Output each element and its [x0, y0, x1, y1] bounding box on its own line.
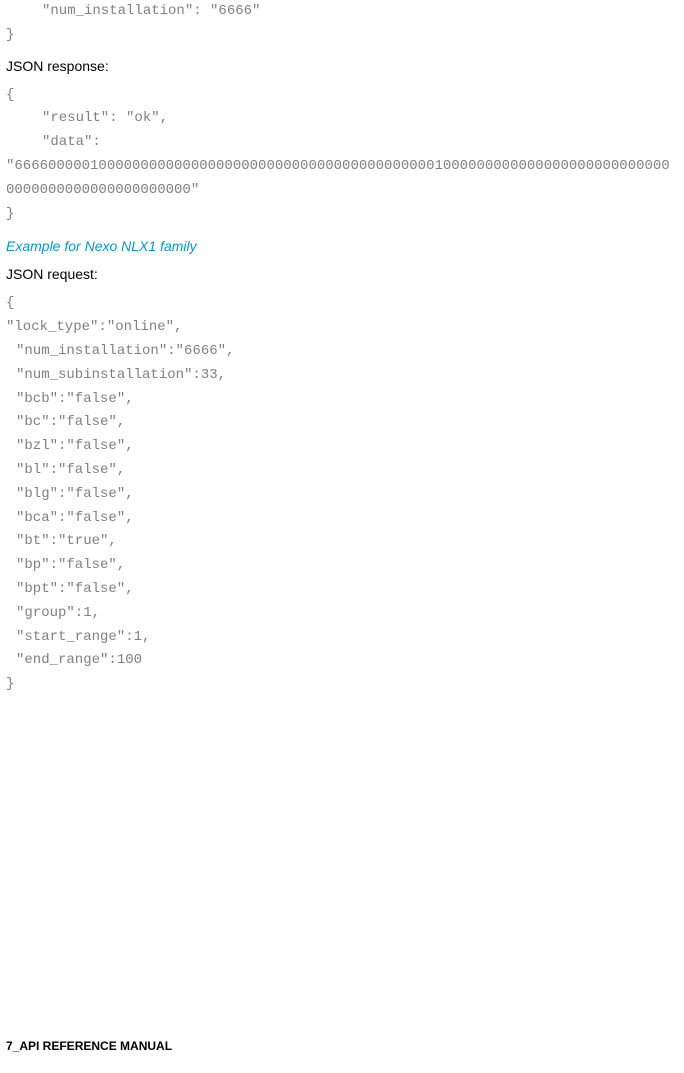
code-line: "bt":"true",	[6, 530, 678, 554]
code-line: "bca":"false",	[6, 507, 678, 531]
code-line: "num_installation":"6666",	[6, 340, 678, 364]
footer-text: 7_API REFERENCE MANUAL	[6, 1039, 172, 1053]
code-line: }	[6, 673, 678, 697]
code-line: "num_subinstallation":33,	[6, 364, 678, 388]
code-line: "blg":"false",	[6, 483, 678, 507]
code-line: "num_installation": "6666"	[6, 0, 678, 24]
code-line: {	[6, 84, 678, 108]
code-line: "bpt":"false",	[6, 578, 678, 602]
json-response-label: JSON response:	[6, 58, 678, 74]
code-line: }	[6, 203, 678, 227]
code-line: "bc":"false",	[6, 411, 678, 435]
code-line: }	[6, 24, 678, 48]
code-line: "lock_type":"online",	[6, 316, 678, 340]
json-request-label: JSON request:	[6, 266, 678, 282]
example-heading: Example for Nexo NLX1 family	[6, 238, 678, 254]
code-line: "bzl":"false",	[6, 435, 678, 459]
code-line: "bl":"false",	[6, 459, 678, 483]
code-line: "end_range":100	[6, 649, 678, 673]
code-line: "result": "ok",	[6, 107, 678, 131]
code-line: "bcb":"false",	[6, 388, 678, 412]
code-line: {	[6, 292, 678, 316]
code-line: "group":1,	[6, 602, 678, 626]
code-line: "666600000100000000000000000000000000000…	[6, 155, 678, 203]
code-line: "data":	[6, 131, 678, 155]
code-line: "bp":"false",	[6, 554, 678, 578]
code-line: "start_range":1,	[6, 626, 678, 650]
